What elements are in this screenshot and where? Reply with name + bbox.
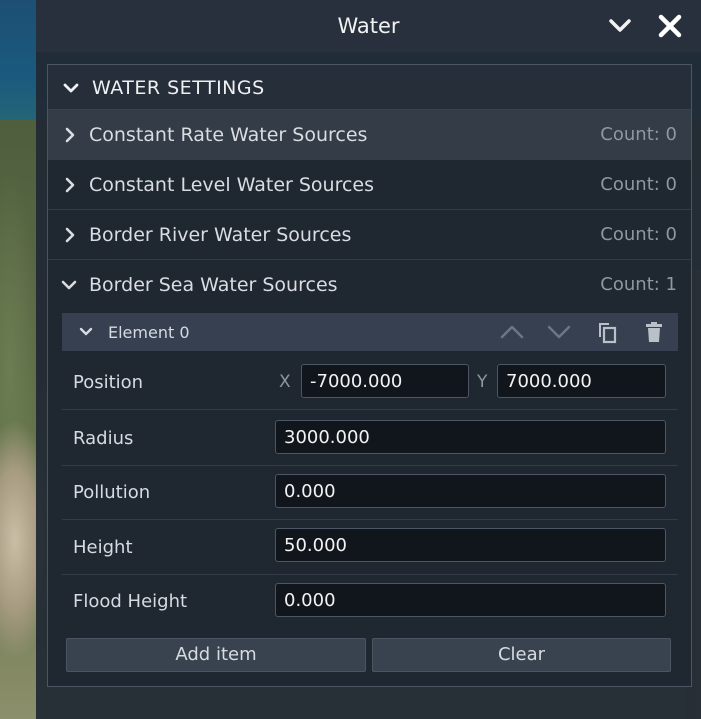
x-axis-label: X	[279, 372, 291, 392]
position-y-input[interactable]: 7000.000	[497, 364, 666, 398]
water-settings-header[interactable]: WATER SETTINGS	[48, 65, 691, 110]
move-down-icon[interactable]	[547, 320, 571, 344]
close-icon	[658, 14, 682, 38]
height-row: Height 50.000	[62, 520, 678, 575]
panel-title: Water	[337, 14, 400, 38]
position-row: Position X -7000.000 Y 7000.000	[62, 355, 678, 410]
category-border-river[interactable]: Border River Water Sources Count: 0	[48, 210, 691, 260]
category-count: Count: 1	[600, 274, 677, 295]
section-title: WATER SETTINGS	[92, 77, 265, 99]
category-label: Constant Level Water Sources	[89, 174, 375, 196]
position-x-input[interactable]: -7000.000	[301, 364, 469, 398]
element-header[interactable]: Element 0	[62, 313, 678, 351]
pollution-row: Pollution 0.000	[62, 465, 678, 520]
chevron-right-icon	[65, 227, 75, 243]
flood-height-row: Flood Height 0.000	[62, 574, 678, 628]
radius-row: Radius 3000.000	[62, 409, 678, 466]
pollution-input[interactable]: 0.000	[275, 474, 666, 508]
height-label: Height	[73, 537, 133, 558]
radius-label: Radius	[73, 428, 134, 449]
settings-frame: WATER SETTINGS Constant Rate Water Sourc…	[47, 64, 692, 687]
category-count: Count: 0	[600, 224, 677, 245]
element-title: Element 0	[108, 323, 190, 342]
position-label: Position	[73, 372, 144, 393]
chevron-right-icon	[65, 127, 75, 143]
category-constant-rate[interactable]: Constant Rate Water Sources Count: 0	[48, 110, 691, 160]
water-panel: Water WATER SETTINGS Constant Rate Water…	[36, 0, 701, 719]
add-item-button[interactable]: Add item	[66, 638, 366, 672]
category-label: Constant Rate Water Sources	[89, 124, 368, 146]
category-count: Count: 0	[600, 124, 677, 145]
collapse-button[interactable]	[607, 13, 633, 39]
pollution-label: Pollution	[73, 482, 151, 503]
chevron-down-icon	[79, 327, 93, 336]
flood-height-input[interactable]: 0.000	[275, 583, 666, 617]
close-button[interactable]	[657, 13, 683, 39]
chevron-down-icon	[63, 83, 79, 93]
category-count: Count: 0	[600, 174, 677, 195]
move-up-icon[interactable]	[500, 320, 524, 344]
clear-button[interactable]: Clear	[372, 638, 671, 672]
panel-titlebar: Water	[36, 0, 701, 52]
category-label: Border Sea Water Sources	[89, 274, 338, 296]
category-border-sea[interactable]: Border Sea Water Sources Count: 1	[48, 260, 691, 310]
radius-input[interactable]: 3000.000	[275, 420, 666, 454]
delete-icon[interactable]	[642, 320, 666, 344]
y-axis-label: Y	[477, 372, 488, 392]
chevron-down-icon	[609, 19, 631, 32]
chevron-down-icon	[61, 280, 77, 290]
height-input[interactable]: 50.000	[275, 528, 666, 562]
category-label: Border River Water Sources	[89, 224, 352, 246]
category-constant-level[interactable]: Constant Level Water Sources Count: 0	[48, 160, 691, 210]
duplicate-icon[interactable]	[595, 320, 619, 344]
chevron-right-icon	[65, 177, 75, 193]
flood-height-label: Flood Height	[73, 591, 188, 612]
